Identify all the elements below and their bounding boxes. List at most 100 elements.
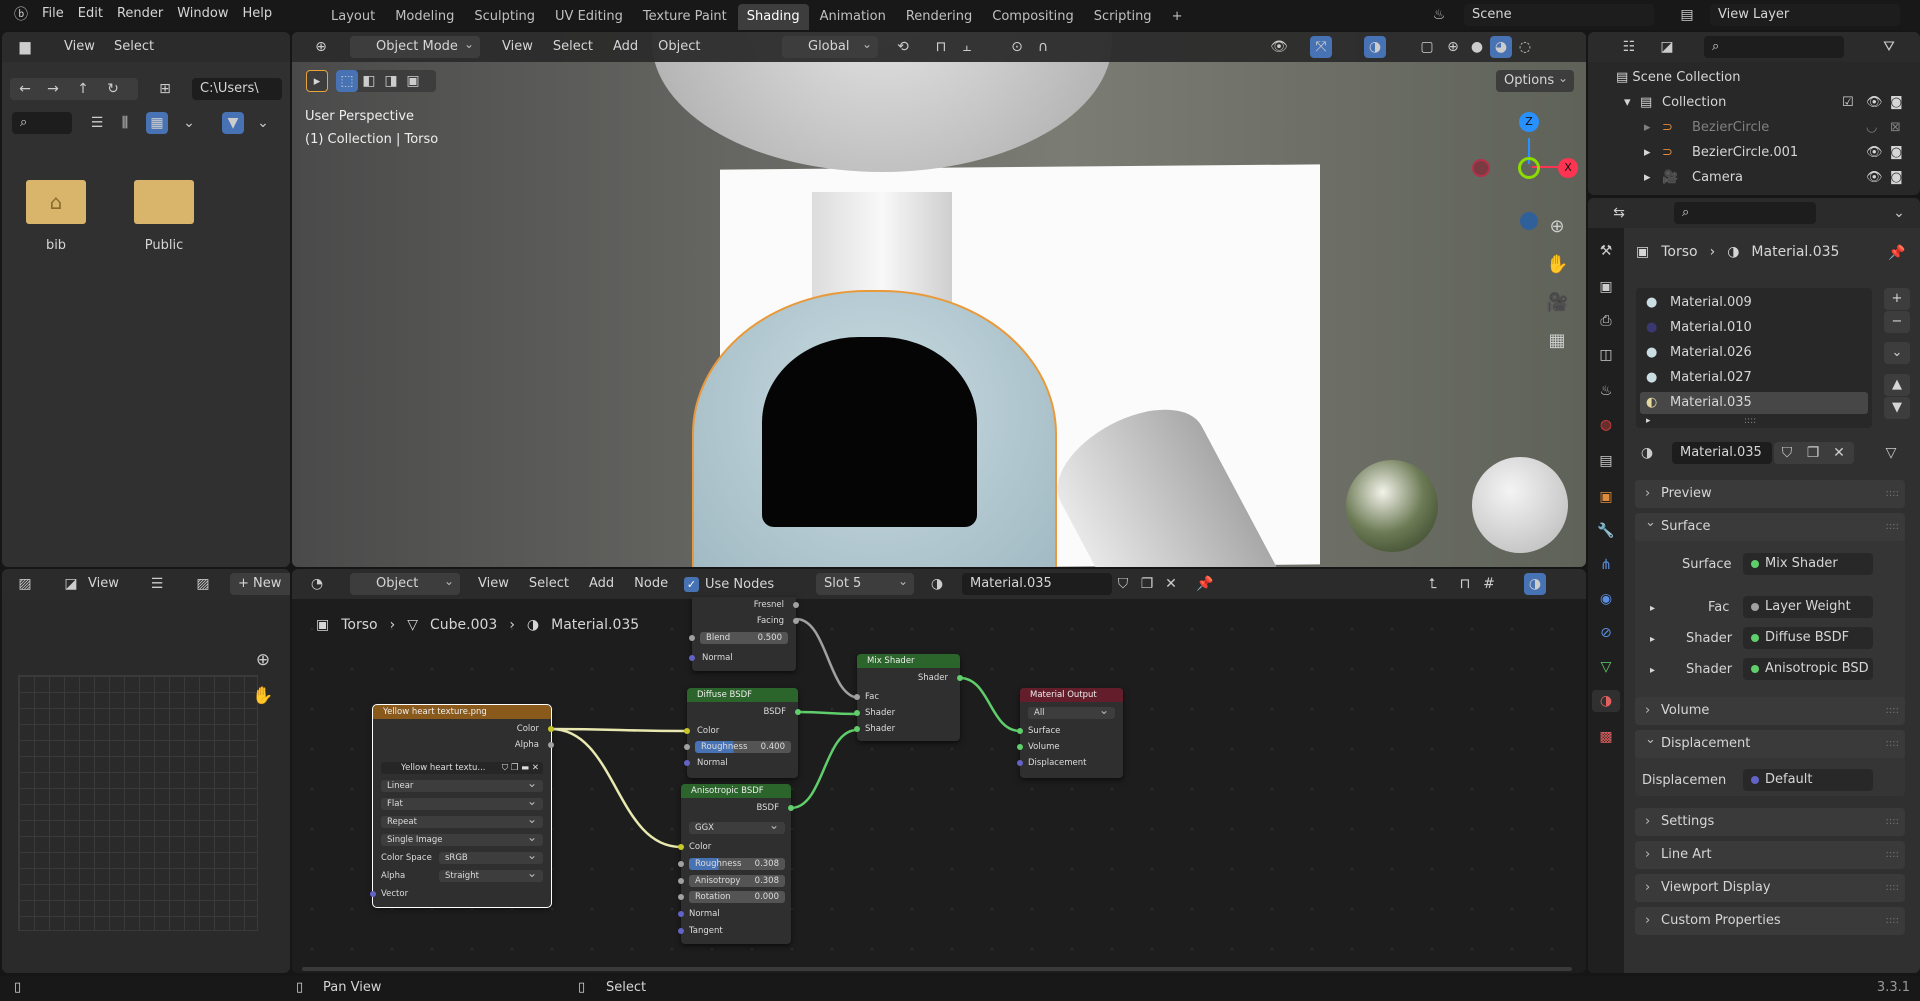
drag-handle[interactable]: :::: [1886,841,1899,869]
data-tab-icon[interactable]: ▽ [1595,656,1617,678]
extension-dropdown[interactable]: Repeat [381,813,543,828]
rendered-shading-icon[interactable]: ◌ [1514,36,1536,58]
socket-roughness[interactable] [678,861,684,867]
node-layer-weight[interactable]: Fresnel Facing Blend 0.500 Normal [689,597,799,671]
output-target-dropdown[interactable]: All [1028,704,1115,719]
back-icon[interactable]: ← [14,78,36,100]
texture-tab-icon[interactable]: ▩ [1595,726,1617,748]
editor-type-icon[interactable]: ☷ [1618,36,1640,58]
image-actions-icons[interactable]: ⛉ ❐ ▬ ✕ [502,762,539,774]
path-field[interactable]: C:\Users\ [192,78,282,100]
editor-type-icon[interactable]: ▆ [14,36,36,58]
panel-surface[interactable]: Surface:::: [1635,509,1905,541]
tab-modeling[interactable]: Modeling [386,4,463,30]
blender-logo-icon[interactable]: ⓑ [10,4,32,26]
material-name-field[interactable]: Material.035 [1672,442,1772,464]
socket-normal[interactable] [684,760,690,766]
gizmo-neg-z[interactable] [1520,212,1538,230]
menu-file[interactable]: File [42,6,64,21]
expand-arrow-icon[interactable]: ▸ [1650,600,1655,618]
world-tab-icon[interactable]: ◍ [1595,414,1617,436]
menu-view[interactable]: View [502,39,533,54]
material-slot[interactable]: ● Material.027 [1640,367,1868,389]
gizmo-neg-x[interactable] [1472,159,1490,177]
move-down-button[interactable]: ▼ [1884,397,1910,419]
add-workspace-button[interactable]: + [1163,4,1192,30]
eye-icon[interactable]: 👁 [1866,94,1883,112]
expand-arrow-icon[interactable]: ▸ [1644,169,1651,187]
panel-line-art[interactable]: Line Art:::: [1635,841,1905,869]
xray-icon[interactable]: ▢ [1416,36,1438,58]
list-vertical-icon[interactable]: ☰ [86,112,108,134]
snap-target-icon[interactable]: ⫠ [956,36,978,58]
drag-handle[interactable]: :::: [1886,513,1899,541]
panel-volume[interactable]: Volume:::: [1635,697,1905,725]
material-slot[interactable]: ● Material.026 [1640,342,1868,364]
pin-icon[interactable]: 📌 [1886,242,1908,264]
view-layer-tab-icon[interactable]: ◫ [1595,344,1617,366]
camera-render-icon[interactable]: ◙ [1890,169,1903,187]
tab-scripting[interactable]: Scripting [1085,4,1161,30]
tab-rendering[interactable]: Rendering [897,4,981,30]
select-extend-icon[interactable]: ◧ [358,70,380,92]
menu-edit[interactable]: Edit [78,6,103,21]
particles-tab-icon[interactable]: ⋔ [1595,554,1617,576]
image-mode-icon[interactable]: ◪ [60,573,82,595]
overlay-toggle-icon[interactable]: ◑ [1364,36,1386,58]
menu-select[interactable]: Select [553,39,593,54]
editor-type-icon[interactable]: ▨ [14,573,36,595]
outliner-row-collection[interactable]: ▾ ▤ Collection ☑ 👁 ◙ [1588,92,1920,114]
add-slot-button[interactable]: + [1884,288,1910,310]
socket-displacement[interactable] [1017,760,1023,766]
outliner-row-scene-collection[interactable]: ▤ Scene Collection [1616,69,1741,87]
properties-search-input[interactable]: ⌕ [1674,202,1816,224]
shader-node-editor[interactable]: ◔ Object View Select Add Node ✓ Use Node… [292,569,1586,973]
node-material-output[interactable]: Material Output All Surface Volume Displ… [1017,688,1123,778]
socket-normal[interactable] [678,911,684,917]
tab-layout[interactable]: Layout [322,4,384,30]
pivot-icon[interactable]: ⟲ [892,36,914,58]
node-mix-shader[interactable]: Mix Shader Shader Fac Shader Shader [854,654,963,741]
resize-handle[interactable]: :::: [1744,412,1756,430]
eye-closed-icon[interactable]: ◡ [1866,119,1877,137]
select-new-icon[interactable]: ⬚ [336,70,358,92]
expand-arrow-icon[interactable]: ▸ [1646,412,1651,430]
rotation-field[interactable]: Rotation 0.000 [689,891,785,903]
drag-handle[interactable]: :::: [1886,480,1899,508]
socket-bsdf-out[interactable] [788,805,794,811]
anisotropy-field[interactable]: Anisotropy 0.308 [689,875,785,887]
scene-icon[interactable]: ♨ [1428,4,1450,26]
thumbnails-icon[interactable]: ▦ [146,112,168,134]
panel-custom-properties[interactable]: Custom Properties:::: [1635,907,1905,935]
menu-help[interactable]: Help [243,6,273,21]
fake-user-icon[interactable]: ⛉ [1776,442,1798,464]
panel-displacement[interactable]: Displacement:::: [1635,726,1905,758]
node-image-texture[interactable]: Yellow heart texture.png Color Alpha Yel… [370,704,554,908]
pan-hand-icon[interactable]: ✋ [252,685,274,707]
eye-icon[interactable]: 👁 [1866,169,1883,187]
tab-uv-editing[interactable]: UV Editing [546,4,632,30]
material-slot-selected[interactable]: ◐ Material.035 [1640,392,1868,414]
folder-public[interactable]: Public [132,180,196,253]
filter-icon[interactable]: ⛛ [1878,36,1900,58]
select-intersect-icon[interactable]: ▣ [402,70,424,92]
editor-type-icon[interactable]: ⊕ [310,36,332,58]
fac-input-field[interactable]: Layer Weight [1743,596,1873,618]
ortho-grid-icon[interactable]: ▦ [1546,330,1568,352]
falloff-icon[interactable]: ∩ [1032,36,1054,58]
outliner-search-input[interactable]: ⌕ [1704,36,1844,58]
horizontal-scrollbar[interactable] [302,967,1572,971]
wireframe-shading-icon[interactable]: ⊕ [1442,36,1464,58]
socket-bsdf-out[interactable] [795,709,801,715]
options-dropdown-icon[interactable]: ⌄ [1888,202,1910,224]
material-slot[interactable]: ● Material.009 [1640,292,1868,314]
roughness-slider[interactable]: Roughness 0.308 [689,858,785,870]
duplicate-icon[interactable]: ❐ [1802,442,1824,464]
solid-shading-icon[interactable]: ● [1466,36,1488,58]
distribution-dropdown[interactable]: GGX [689,819,785,834]
outliner-row-beziercircle[interactable]: ▸ ⊃ BezierCircle ◡ ⊠ [1588,117,1920,139]
navigation-gizmo[interactable]: Z X Y [1472,112,1586,232]
filter-dropdown-icon[interactable]: ⌄ [252,112,274,134]
zoom-icon[interactable]: ⊕ [252,649,274,671]
collection-tab-icon[interactable]: ▤ [1595,450,1617,472]
